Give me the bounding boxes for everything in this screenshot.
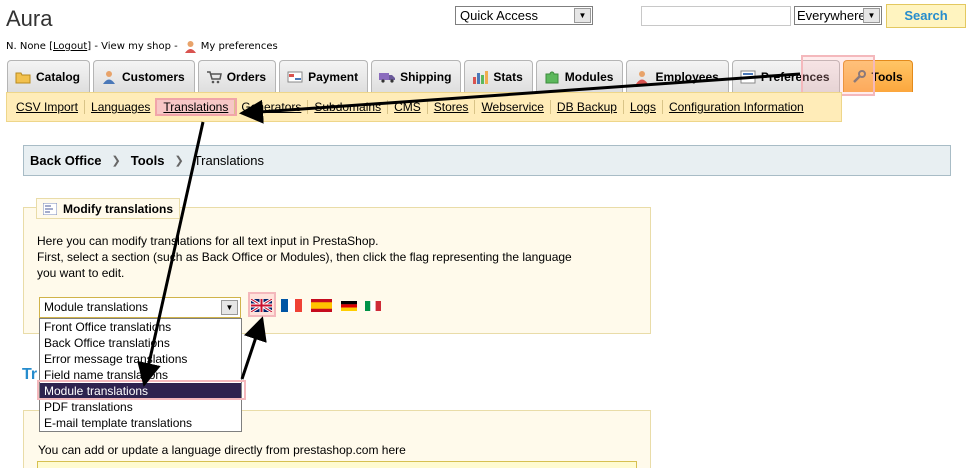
breadcrumb-separator-icon: ❯ xyxy=(174,155,184,167)
tools-tab-highlight xyxy=(801,55,875,96)
module-option-highlight xyxy=(37,380,246,400)
modify-translations-legend: Modify translations xyxy=(36,198,181,219)
breadcrumb: Back Office ❯ Tools ❯ Translations xyxy=(23,145,951,176)
subnav-translations[interactable]: Translations xyxy=(155,98,238,116)
translation-section-select[interactable]: Module translations ▼ xyxy=(39,297,241,318)
view-shop-link[interactable]: - View my shop - xyxy=(94,41,177,52)
translations-heading: Tr xyxy=(22,366,38,383)
cart-icon xyxy=(206,70,222,83)
flag-italy-icon[interactable] xyxy=(365,301,381,311)
option-email-template[interactable]: E-mail template translations xyxy=(40,415,241,431)
tab-stats[interactable]: Stats xyxy=(464,60,533,92)
tab-orders[interactable]: Orders xyxy=(197,60,277,92)
breadcrumb-back-office[interactable]: Back Office xyxy=(30,153,102,168)
add-update-language-text: You can add or update a language directl… xyxy=(38,443,406,457)
search-scope-select[interactable]: Everywhere ▼ xyxy=(794,6,882,25)
tools-subnav: CSV Import Languages Translations Genera… xyxy=(6,92,842,122)
subnav-configuration-information[interactable]: Configuration Information xyxy=(663,100,810,114)
tab-catalog[interactable]: Catalog xyxy=(7,60,91,92)
tab-customers[interactable]: Customers xyxy=(93,60,195,92)
breadcrumb-tools[interactable]: Tools xyxy=(131,153,165,168)
breadcrumb-separator-icon: ❯ xyxy=(111,155,121,167)
subnav-stores[interactable]: Stores xyxy=(428,100,476,114)
user-name: N. None xyxy=(6,41,46,52)
search-input[interactable] xyxy=(641,6,791,26)
folder-icon xyxy=(15,72,31,83)
modify-translations-description: Here you can modify translations for all… xyxy=(37,234,572,280)
logout-link[interactable]: Logout xyxy=(53,41,87,52)
subnav-logs[interactable]: Logs xyxy=(624,100,663,114)
subnav-subdomains[interactable]: Subdomains xyxy=(308,100,389,114)
customers-icon xyxy=(103,70,116,84)
flag-uk-icon[interactable] xyxy=(251,299,272,312)
tab-payment[interactable]: Payment xyxy=(279,60,369,92)
tab-modules[interactable]: Modules xyxy=(535,60,624,92)
tab-employees[interactable]: Employees xyxy=(626,60,729,92)
search-button[interactable]: Search xyxy=(886,4,966,28)
chevron-down-icon: ▼ xyxy=(863,8,880,23)
quick-access-select[interactable]: Quick Access ▼ xyxy=(455,6,593,25)
subnav-generators[interactable]: Generators xyxy=(235,100,309,114)
subnav-webservice[interactable]: Webservice xyxy=(475,100,551,114)
preferences-icon xyxy=(740,70,756,83)
option-front-office[interactable]: Front Office translations xyxy=(40,319,241,335)
subnav-languages[interactable]: Languages xyxy=(85,100,158,114)
employees-icon xyxy=(636,70,649,84)
subnav-db-backup[interactable]: DB Backup xyxy=(551,100,624,114)
add-update-language-box xyxy=(37,461,637,468)
translation-section-dropdown: Front Office translations Back Office tr… xyxy=(39,318,242,432)
flag-france-icon[interactable] xyxy=(281,299,302,312)
main-tabs: Catalog Customers Orders Payment Shippin… xyxy=(7,60,916,92)
subnav-cms[interactable]: CMS xyxy=(388,100,428,114)
chevron-down-icon: ▼ xyxy=(221,300,238,315)
payment-icon xyxy=(287,71,303,82)
flag-germany-icon[interactable] xyxy=(341,301,357,311)
flag-spain-icon[interactable] xyxy=(311,299,332,312)
user-bar: N. None [Logout] - View my shop - My pre… xyxy=(6,40,278,53)
truck-icon xyxy=(379,72,396,83)
puzzle-icon xyxy=(545,71,559,83)
option-back-office[interactable]: Back Office translations xyxy=(40,335,241,351)
chevron-down-icon: ▼ xyxy=(574,8,591,23)
tab-shipping[interactable]: Shipping xyxy=(371,60,462,92)
user-icon xyxy=(184,41,196,53)
preferences-link[interactable]: My preferences xyxy=(184,40,278,53)
option-error-message[interactable]: Error message translations xyxy=(40,351,241,367)
option-pdf[interactable]: PDF translations xyxy=(40,399,241,415)
subnav-csv-import[interactable]: CSV Import xyxy=(10,100,86,114)
breadcrumb-translations: Translations xyxy=(193,153,265,168)
translate-icon xyxy=(43,202,57,215)
shop-title: Aura xyxy=(6,6,53,31)
stats-icon xyxy=(473,70,489,84)
